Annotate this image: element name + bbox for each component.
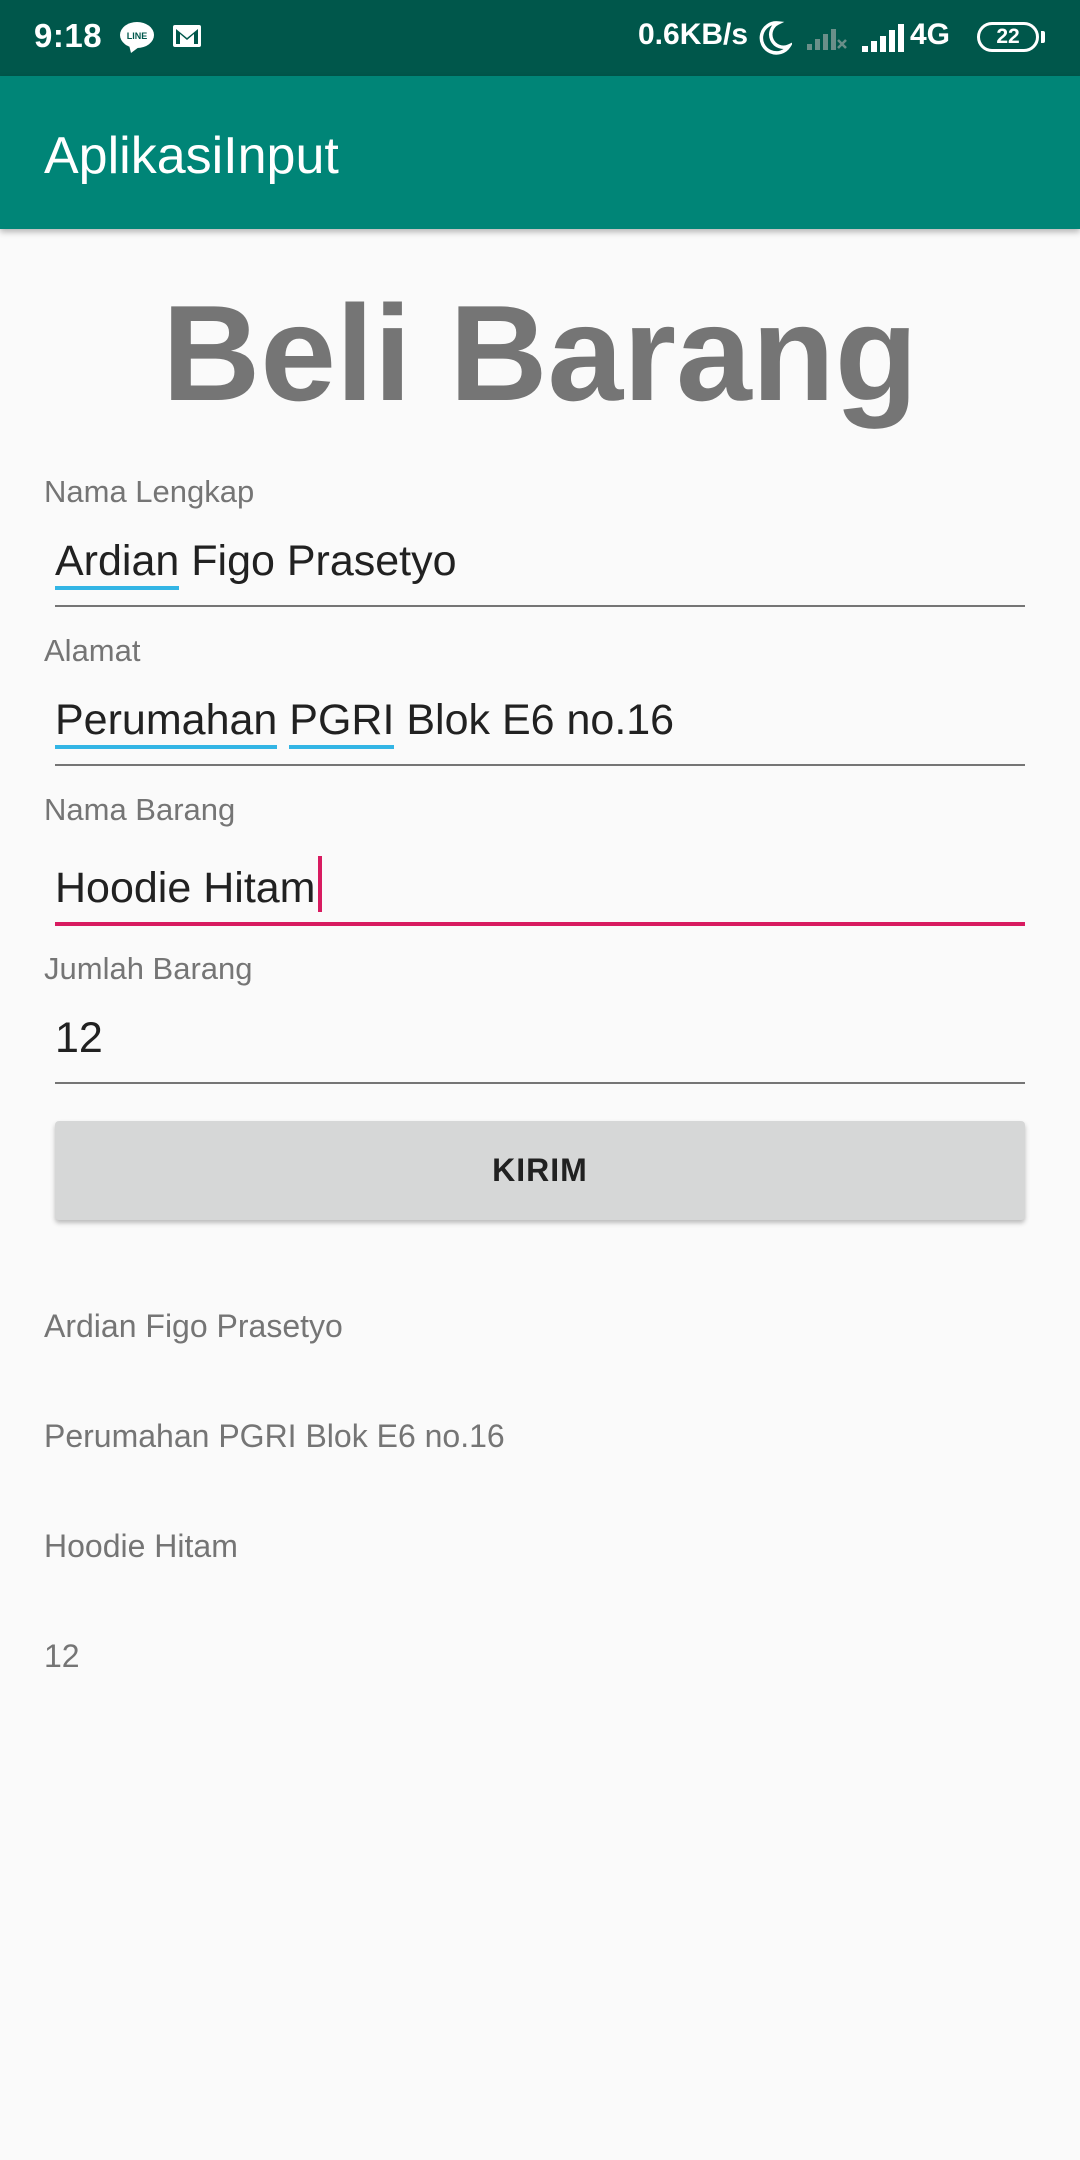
status-time: 9:18 xyxy=(34,17,103,54)
value-text: Figo Prasetyo xyxy=(179,537,457,585)
network-speed: 0.6KB/s xyxy=(638,18,749,51)
nama-lengkap-label: Nama Lengkap xyxy=(44,474,255,509)
battery-tip xyxy=(1041,31,1045,43)
alamat-label: Alamat xyxy=(44,633,141,668)
network-type: 4G xyxy=(910,18,951,51)
field-underline xyxy=(55,605,1025,607)
signal-icon xyxy=(862,24,904,52)
result-alamat: Perumahan PGRI Blok E6 no.16 xyxy=(44,1418,505,1454)
signal-icon xyxy=(807,29,847,50)
spellcheck-word: PGRI xyxy=(289,696,395,749)
alamat-value: Perumahan PGRI Blok E6 no.16 xyxy=(55,696,675,749)
result-nama: Ardian Figo Prasetyo xyxy=(44,1308,343,1344)
value-text: Blok E6 no.16 xyxy=(394,696,675,744)
status-bar: 9:18 LINE 0.6KB/s 4G 22 xyxy=(0,0,1080,76)
jumlah-barang-value: 12 xyxy=(55,1014,103,1062)
spellcheck-word: Perumahan xyxy=(55,696,278,749)
value-text: Hoodie Hitam xyxy=(55,864,316,912)
result-barang: Hoodie Hitam xyxy=(44,1528,238,1564)
jumlah-barang-label: Jumlah Barang xyxy=(44,951,253,986)
field-underline xyxy=(55,1082,1025,1084)
result-jumlah: 12 xyxy=(44,1638,80,1674)
svg-text:LINE: LINE xyxy=(127,31,148,41)
alamat-input[interactable]: Perumahan PGRI Blok E6 no.16 xyxy=(55,696,1025,766)
jumlah-barang-input[interactable]: 12 xyxy=(55,1014,1025,1084)
nama-lengkap-value: Ardian Figo Prasetyo xyxy=(55,537,457,590)
field-underline xyxy=(55,922,1025,926)
nama-barang-value: Hoodie Hitam xyxy=(55,856,322,913)
screen: 9:18 LINE 0.6KB/s 4G 22 AplikasiInput Be… xyxy=(0,0,1080,2160)
kirim-button[interactable]: KIRIM xyxy=(55,1121,1025,1220)
text-cursor xyxy=(317,856,322,912)
page-heading: Beli Barang xyxy=(162,277,918,429)
spellcheck-word: Ardian xyxy=(55,537,180,590)
gmail-icon xyxy=(173,25,201,47)
nama-barang-label: Nama Barang xyxy=(44,792,236,827)
battery-level: 22 xyxy=(996,25,1020,48)
app-bar: AplikasiInput xyxy=(0,76,1080,229)
battery-icon: 22 xyxy=(977,22,1039,52)
field-underline xyxy=(55,764,1025,766)
moon-icon xyxy=(759,21,792,55)
nama-barang-input[interactable]: Hoodie Hitam xyxy=(55,856,1025,926)
app-title: AplikasiInput xyxy=(44,127,339,185)
nama-lengkap-input[interactable]: Ardian Figo Prasetyo xyxy=(55,537,1025,607)
line-icon: LINE xyxy=(120,22,154,53)
